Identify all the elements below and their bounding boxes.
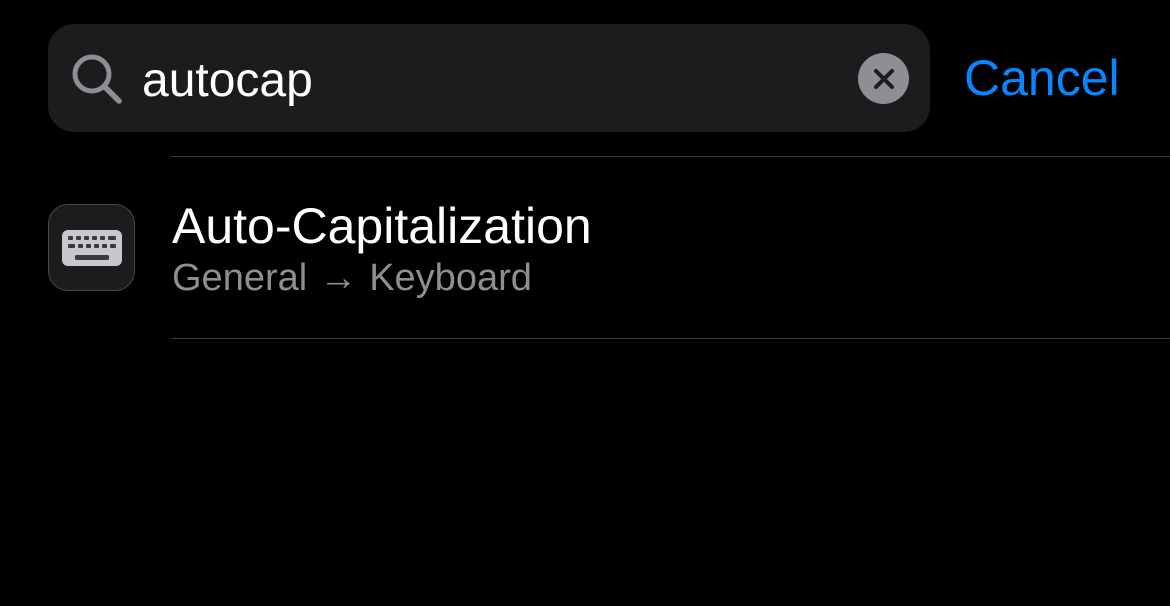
clear-search-button[interactable]: [858, 53, 909, 104]
search-result-auto-capitalization[interactable]: Auto-Capitalization General → Keyboard: [0, 157, 1170, 338]
search-icon: [70, 52, 124, 106]
search-input[interactable]: [142, 42, 842, 118]
result-breadcrumb: General → Keyboard: [172, 255, 532, 301]
bottom-separator: [171, 338, 1170, 339]
keyboard-icon: [48, 204, 135, 291]
close-icon: [873, 68, 894, 89]
settings-search-screen: Cancel: [0, 0, 1170, 606]
breadcrumb-item: Keyboard: [369, 257, 532, 299]
breadcrumb-section: General: [172, 257, 308, 299]
arrow-right-icon: →: [319, 257, 358, 299]
result-title: Auto-Capitalization: [172, 198, 592, 254]
cancel-button[interactable]: Cancel: [964, 48, 1120, 108]
